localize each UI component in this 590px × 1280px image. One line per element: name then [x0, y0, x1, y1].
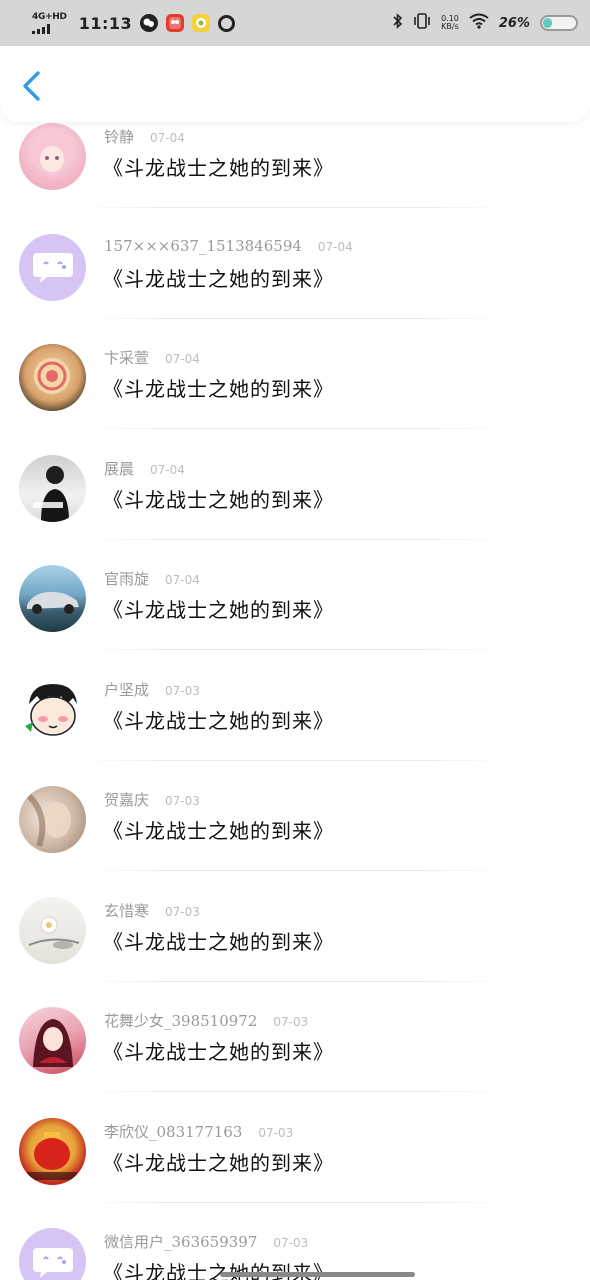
read-date: 07-03 [258, 1125, 294, 1140]
row-meta: 李欣仪_083177163 07-03 [104, 1121, 293, 1142]
person-photo-avatar [19, 454, 86, 522]
row-meta: 户坚成 07-03 [104, 679, 200, 700]
red-lantern-avatar [19, 1117, 86, 1185]
network-indicator: 4G+HD [32, 11, 67, 34]
default-chat-avatar [19, 1228, 86, 1280]
app-badge-icon [166, 14, 185, 32]
read-date: 07-04 [150, 131, 185, 145]
battery-level [543, 18, 552, 28]
book-title: 《斗龙战士之她的到来》 [103, 929, 334, 954]
row-meta: 157×××637_1513846594 07-04 [104, 237, 353, 255]
signal-icon [32, 23, 50, 34]
list-item[interactable]: 李欣仪_083177163 07-03 《斗龙战士之她的到来》 [0, 1075, 590, 1203]
user-name: 李欣仪_083177163 [104, 1122, 243, 1141]
book-title: 《斗龙战士之她的到来》 [103, 708, 334, 733]
q-icon [218, 14, 236, 32]
car-avatar [19, 565, 86, 632]
flower-avatar [19, 896, 86, 964]
list-item[interactable]: 贺嘉庆 07-03 《斗龙战士之她的到来》 [0, 743, 590, 871]
battery-icon [540, 15, 578, 31]
row-meta: 玄惜寒 07-03 [104, 900, 200, 921]
melon-avatar [19, 344, 86, 411]
net-speed-unit: KB/s [441, 22, 459, 31]
user-name: 铃静 [104, 128, 135, 146]
user-name: 户坚成 [104, 680, 150, 699]
user-name: 官雨旋 [104, 570, 150, 588]
home-indicator[interactable] [220, 1272, 415, 1277]
book-title: 《斗龙战士之她的到来》 [103, 1150, 334, 1175]
vibrate-icon [413, 13, 431, 33]
network-label: 4G+HD [32, 11, 67, 22]
top-nav [0, 46, 590, 122]
read-date: 07-04 [165, 352, 200, 366]
bluetooth-icon [392, 13, 403, 33]
chevron-left-icon [23, 71, 40, 101]
book-title: 《斗龙战士之她的到来》 [103, 598, 334, 622]
list-item[interactable]: 157×××637_1513846594 07-04 《斗龙战士之她的到来》 [0, 191, 590, 319]
user-name: 卞采萱 [104, 349, 150, 367]
anime-red-avatar [19, 1007, 86, 1074]
read-date: 07-03 [165, 904, 200, 919]
user-name: 展晨 [104, 459, 135, 478]
blurred-face-avatar [19, 786, 86, 853]
list-item[interactable]: 卞采萱 07-04 《斗龙战士之她的到来》 [0, 301, 590, 429]
reader-list: 铃静 07-04 《斗龙战士之她的到来》 157×××637_151384659… [0, 80, 590, 1280]
book-title: 《斗龙战士之她的到来》 [103, 377, 334, 401]
battery-percent: 26% [498, 15, 530, 31]
status-bar: 4G+HD 11:13 0.10 KB/s 26% [0, 0, 590, 46]
read-date: 07-03 [165, 683, 200, 698]
row-meta: 贺嘉庆 07-03 [104, 789, 200, 810]
row-meta: 卞采萱 07-04 [104, 347, 200, 368]
read-date: 07-03 [273, 1236, 309, 1250]
list-item[interactable]: 户坚成 07-03 《斗龙战士之她的到来》 [0, 633, 590, 761]
wifi-icon [469, 13, 489, 33]
user-name: 157×××637_1513846594 [104, 236, 302, 255]
read-date: 07-04 [150, 462, 185, 477]
list-item[interactable]: 官雨旋 07-04 《斗龙战士之她的到来》 [0, 522, 590, 650]
book-title: 《斗龙战士之她的到来》 [103, 156, 334, 180]
status-right: 0.10 KB/s 26% [392, 13, 578, 33]
row-meta: 展晨 07-04 [104, 458, 185, 479]
clock: 11:13 [78, 13, 133, 33]
row-meta: 铃静 07-04 [104, 126, 185, 147]
status-left: 4G+HD 11:13 [32, 11, 236, 34]
cartoon-face-avatar [19, 675, 86, 743]
list-item[interactable]: 展晨 07-04 《斗龙战士之她的到来》 [0, 412, 590, 540]
user-name: 贺嘉庆 [104, 791, 150, 809]
read-date: 07-03 [165, 794, 200, 808]
row-meta: 花舞少女_398510972 07-03 [104, 1010, 308, 1031]
book-title: 《斗龙战士之她的到来》 [103, 819, 334, 843]
read-date: 07-04 [317, 239, 353, 254]
app-yellow-icon [192, 14, 211, 32]
list-item[interactable]: 花舞少女_398510972 07-03 《斗龙战士之她的到来》 [0, 964, 590, 1092]
user-name: 玄惜寒 [104, 901, 150, 920]
default-chat-avatar [19, 233, 86, 301]
wechat-icon [140, 14, 159, 32]
row-meta: 微信用户_363659397 07-03 [104, 1231, 308, 1252]
back-button[interactable] [14, 68, 50, 104]
read-date: 07-04 [165, 573, 200, 587]
user-name: 花舞少女_398510972 [104, 1012, 258, 1030]
user-name: 微信用户_363659397 [104, 1233, 258, 1251]
list-item[interactable]: 微信用户_363659397 07-03 《斗龙战士之她的到来》 [0, 1185, 590, 1280]
book-title: 《斗龙战士之她的到来》 [103, 487, 334, 512]
book-title: 《斗龙战士之她的到来》 [103, 1040, 334, 1064]
anime-girl-avatar [19, 123, 86, 190]
row-meta: 官雨旋 07-04 [104, 568, 200, 589]
read-date: 07-03 [273, 1015, 309, 1029]
net-speed: 0.10 KB/s [441, 15, 459, 31]
list-item[interactable]: 玄惜寒 07-03 《斗龙战士之她的到来》 [0, 854, 590, 982]
book-title: 《斗龙战士之她的到来》 [103, 266, 334, 291]
